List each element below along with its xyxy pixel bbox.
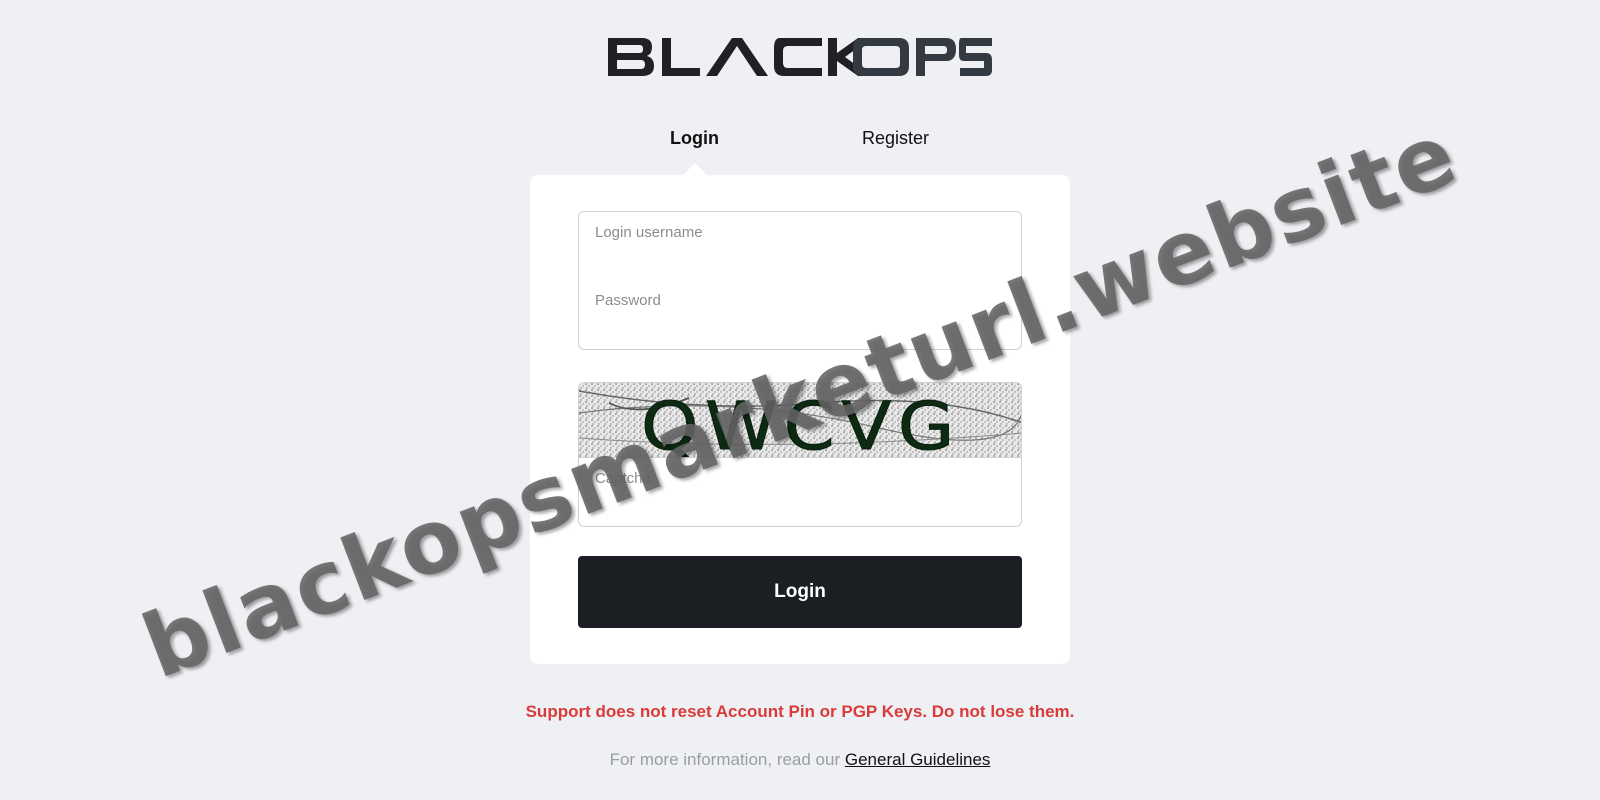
active-tab-pointer xyxy=(683,163,707,175)
captcha-text: QWCVG xyxy=(641,388,961,457)
guidelines-prefix: For more information, read our xyxy=(609,750,841,769)
general-guidelines-link[interactable]: General Guidelines xyxy=(845,750,991,769)
password-field-wrapper xyxy=(578,280,1022,350)
username-field-wrapper xyxy=(578,211,1022,281)
login-card: QWCVG Login xyxy=(530,175,1070,664)
auth-tabs: Login Register xyxy=(0,126,1600,158)
captcha-image: QWCVG xyxy=(578,382,1022,457)
username-input[interactable] xyxy=(579,212,1021,280)
login-button[interactable]: Login xyxy=(578,556,1022,628)
captcha-field-wrapper xyxy=(578,457,1022,527)
tab-login[interactable]: Login xyxy=(670,126,719,150)
support-warning: Support does not reset Account Pin or PG… xyxy=(525,702,1075,721)
tab-register[interactable]: Register xyxy=(862,126,929,150)
black-ops-logo-icon xyxy=(608,38,992,76)
brand-logo xyxy=(608,36,992,78)
captcha-input[interactable] xyxy=(579,458,1021,526)
guidelines-notice: For more information, read our General G… xyxy=(0,750,1600,770)
password-input[interactable] xyxy=(579,280,1021,349)
captcha-noise-icon: QWCVG xyxy=(579,383,1021,457)
